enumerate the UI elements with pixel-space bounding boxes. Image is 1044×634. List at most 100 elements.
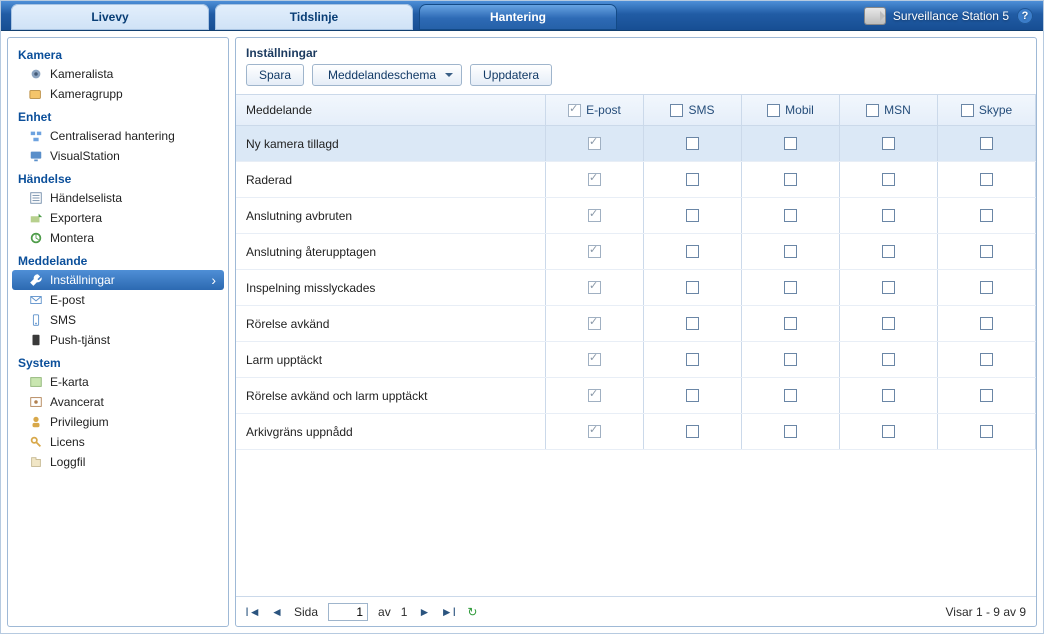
col-mobil[interactable]: Mobil <box>742 95 840 125</box>
table-row[interactable]: Larm upptäckt <box>236 342 1036 378</box>
row-checkbox[interactable] <box>686 281 699 294</box>
row-checkbox-cell <box>938 198 1036 233</box>
row-checkbox[interactable] <box>980 389 993 402</box>
row-checkbox[interactable] <box>588 173 601 186</box>
sidebar-item-sms[interactable]: SMS <box>8 310 228 330</box>
sidebar-item-privilegium[interactable]: Privilegium <box>8 412 228 432</box>
sidebar-item-avancerat[interactable]: Avancerat <box>8 392 228 412</box>
row-checkbox[interactable] <box>784 425 797 438</box>
row-checkbox[interactable] <box>686 317 699 330</box>
table-row[interactable]: Ny kamera tillagd <box>236 126 1036 162</box>
sidebar-item-visualstation[interactable]: VisualStation <box>8 146 228 166</box>
row-checkbox[interactable] <box>980 245 993 258</box>
row-checkbox[interactable] <box>588 389 601 402</box>
row-checkbox[interactable] <box>588 317 601 330</box>
row-checkbox[interactable] <box>686 425 699 438</box>
tab-tidslinje[interactable]: Tidslinje <box>215 4 413 30</box>
sidebar-item-kameralista[interactable]: Kameralista <box>8 64 228 84</box>
row-checkbox[interactable] <box>784 353 797 366</box>
tab-hantering[interactable]: Hantering <box>419 4 617 30</box>
schedule-dropdown[interactable]: Meddelandeschema <box>312 64 462 86</box>
pager-first-icon[interactable]: I◄ <box>246 605 260 619</box>
row-checkbox[interactable] <box>980 425 993 438</box>
row-checkbox[interactable] <box>882 209 895 222</box>
row-checkbox[interactable] <box>980 173 993 186</box>
col-skype[interactable]: Skype <box>938 95 1036 125</box>
row-checkbox[interactable] <box>882 173 895 186</box>
sidebar-item-kameragrupp[interactable]: Kameragrupp <box>8 84 228 104</box>
col-label: SMS <box>688 103 714 117</box>
table-row[interactable]: Rörelse avkänd och larm upptäckt <box>236 378 1036 414</box>
row-checkbox[interactable] <box>882 137 895 150</box>
row-checkbox[interactable] <box>882 317 895 330</box>
row-checkbox[interactable] <box>784 389 797 402</box>
row-checkbox[interactable] <box>882 245 895 258</box>
header-checkbox-sms[interactable] <box>670 104 683 117</box>
row-checkbox[interactable] <box>686 389 699 402</box>
row-checkbox[interactable] <box>686 245 699 258</box>
sidebar-item-installningar[interactable]: Inställningar <box>12 270 224 290</box>
sidebar-item-handelselista[interactable]: Händelselista <box>8 188 228 208</box>
header-checkbox-msn[interactable] <box>866 104 879 117</box>
row-checkbox[interactable] <box>882 281 895 294</box>
col-epost[interactable]: E-post <box>546 95 644 125</box>
row-checkbox[interactable] <box>686 137 699 150</box>
row-checkbox[interactable] <box>588 209 601 222</box>
row-checkbox[interactable] <box>588 137 601 150</box>
row-checkbox[interactable] <box>980 281 993 294</box>
row-checkbox[interactable] <box>784 245 797 258</box>
sidebar-item-montera[interactable]: Montera <box>8 228 228 248</box>
pager-reload-icon[interactable]: ↻ <box>465 605 479 619</box>
pager-prev-icon[interactable]: ◄ <box>270 605 284 619</box>
row-checkbox[interactable] <box>784 317 797 330</box>
col-sms[interactable]: SMS <box>644 95 742 125</box>
table-row[interactable]: Anslutning avbruten <box>236 198 1036 234</box>
main-tabs: Livevy Tidslinje Hantering <box>1 1 617 30</box>
row-checkbox[interactable] <box>980 137 993 150</box>
header-checkbox-skype[interactable] <box>961 104 974 117</box>
row-checkbox[interactable] <box>588 245 601 258</box>
row-label-cell: Raderad <box>236 162 546 197</box>
help-icon[interactable]: ? <box>1017 8 1033 24</box>
sidebar-item-licens[interactable]: Licens <box>8 432 228 452</box>
sidebar-item-exportera[interactable]: Exportera <box>8 208 228 228</box>
row-checkbox[interactable] <box>784 209 797 222</box>
row-checkbox[interactable] <box>980 209 993 222</box>
sidebar-item-loggfil[interactable]: Loggfil <box>8 452 228 472</box>
row-checkbox[interactable] <box>686 209 699 222</box>
row-checkbox[interactable] <box>882 425 895 438</box>
section-kamera: Kamera <box>8 42 228 64</box>
row-checkbox[interactable] <box>588 425 601 438</box>
col-msn[interactable]: MSN <box>840 95 938 125</box>
header-checkbox-epost[interactable] <box>568 104 581 117</box>
row-checkbox[interactable] <box>784 137 797 150</box>
pager-next-icon[interactable]: ► <box>417 605 431 619</box>
pager-last-icon[interactable]: ►I <box>441 605 455 619</box>
table-row[interactable]: Inspelning misslyckades <box>236 270 1036 306</box>
row-checkbox[interactable] <box>588 281 601 294</box>
table-row[interactable]: Raderad <box>236 162 1036 198</box>
sidebar-item-ekarta[interactable]: E-karta <box>8 372 228 392</box>
tab-livevy[interactable]: Livevy <box>11 4 209 30</box>
sidebar-item-epost[interactable]: E-post <box>8 290 228 310</box>
sidebar-item-centralhantering[interactable]: Centraliserad hantering <box>8 126 228 146</box>
row-checkbox[interactable] <box>588 353 601 366</box>
row-checkbox[interactable] <box>784 173 797 186</box>
table-row[interactable]: Anslutning återupptagen <box>236 234 1036 270</box>
row-checkbox[interactable] <box>686 353 699 366</box>
table-row[interactable]: Arkivgräns uppnådd <box>236 414 1036 450</box>
row-checkbox-cell <box>938 414 1036 449</box>
row-checkbox[interactable] <box>784 281 797 294</box>
pager-page-input[interactable] <box>328 603 368 621</box>
table-row[interactable]: Rörelse avkänd <box>236 306 1036 342</box>
col-message[interactable]: Meddelande <box>236 95 546 125</box>
sidebar-item-push[interactable]: Push-tjänst <box>8 330 228 350</box>
header-checkbox-mobil[interactable] <box>767 104 780 117</box>
refresh-button[interactable]: Uppdatera <box>470 64 552 86</box>
row-checkbox[interactable] <box>882 353 895 366</box>
row-checkbox[interactable] <box>980 317 993 330</box>
row-checkbox[interactable] <box>882 389 895 402</box>
save-button[interactable]: Spara <box>246 64 304 86</box>
row-checkbox[interactable] <box>686 173 699 186</box>
row-checkbox[interactable] <box>980 353 993 366</box>
